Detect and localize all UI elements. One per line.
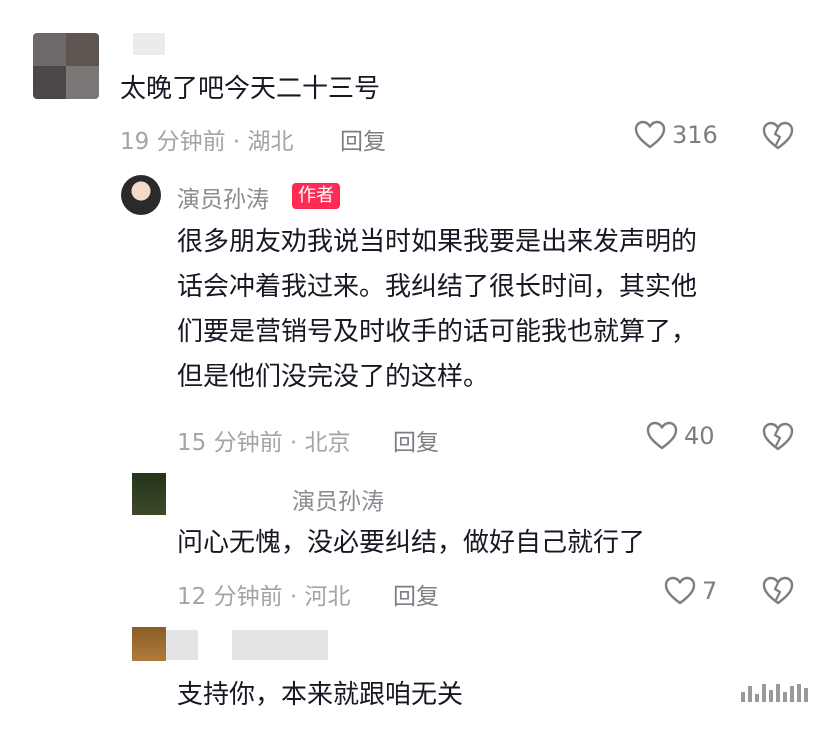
reply-button[interactable]: 回复	[393, 423, 439, 457]
reply-button[interactable]: 回复	[340, 122, 386, 156]
comment-meta: 19 分钟前 · 湖北	[120, 129, 294, 155]
avatar[interactable]	[132, 627, 166, 661]
broken-heart-icon[interactable]	[762, 121, 794, 151]
like-count: 7	[702, 577, 718, 605]
username-blurred[interactable]	[166, 630, 198, 660]
comment-text: 问心无愧，没必要纠结，做好自己就行了	[177, 528, 646, 558]
author-avatar[interactable]	[121, 175, 161, 215]
comment-text: 支持你，本来就跟咱无关	[177, 680, 464, 710]
broken-heart-icon[interactable]	[762, 422, 794, 452]
comment-text: 太晚了吧今天二十三号	[120, 74, 381, 104]
comment-meta: 12 分钟前 · 河北	[177, 584, 351, 610]
comment-line: 但是他们没完没了的这样。	[177, 362, 490, 392]
like-count: 316	[672, 121, 718, 149]
author-badge: 作者	[292, 183, 340, 209]
heart-outline-icon	[646, 421, 678, 451]
like-count: 40	[684, 422, 715, 450]
comment-line: 很多朋友劝我说当时如果我要是出来发声明的	[177, 227, 698, 257]
author-name[interactable]: 演员孙涛	[177, 180, 269, 214]
reply-button[interactable]: 回复	[393, 577, 439, 611]
comment-meta: 15 分钟前 · 北京	[177, 430, 351, 456]
comment-line: 们要是营销号及时收手的话可能我也就算了，	[177, 317, 698, 347]
username-blurred[interactable]	[232, 630, 328, 660]
avatar[interactable]	[33, 33, 99, 99]
username-blurred[interactable]	[133, 33, 165, 55]
heart-outline-icon	[664, 576, 696, 606]
watermark	[741, 684, 808, 702]
broken-heart-icon[interactable]	[762, 576, 794, 606]
like-button[interactable]: 7	[664, 576, 717, 606]
avatar[interactable]	[132, 473, 166, 515]
heart-outline-icon	[634, 120, 666, 150]
comment-line: 话会冲着我过来。我纠结了很长时间，其实他	[177, 272, 698, 302]
author-comment-body: 很多朋友劝我说当时如果我要是出来发声明的 话会冲着我过来。我纠结了很长时间，其实…	[177, 220, 697, 400]
reply-to-name[interactable]: 演员孙涛	[292, 482, 384, 516]
like-button[interactable]: 40	[646, 421, 715, 451]
like-button[interactable]: 316	[634, 120, 718, 150]
